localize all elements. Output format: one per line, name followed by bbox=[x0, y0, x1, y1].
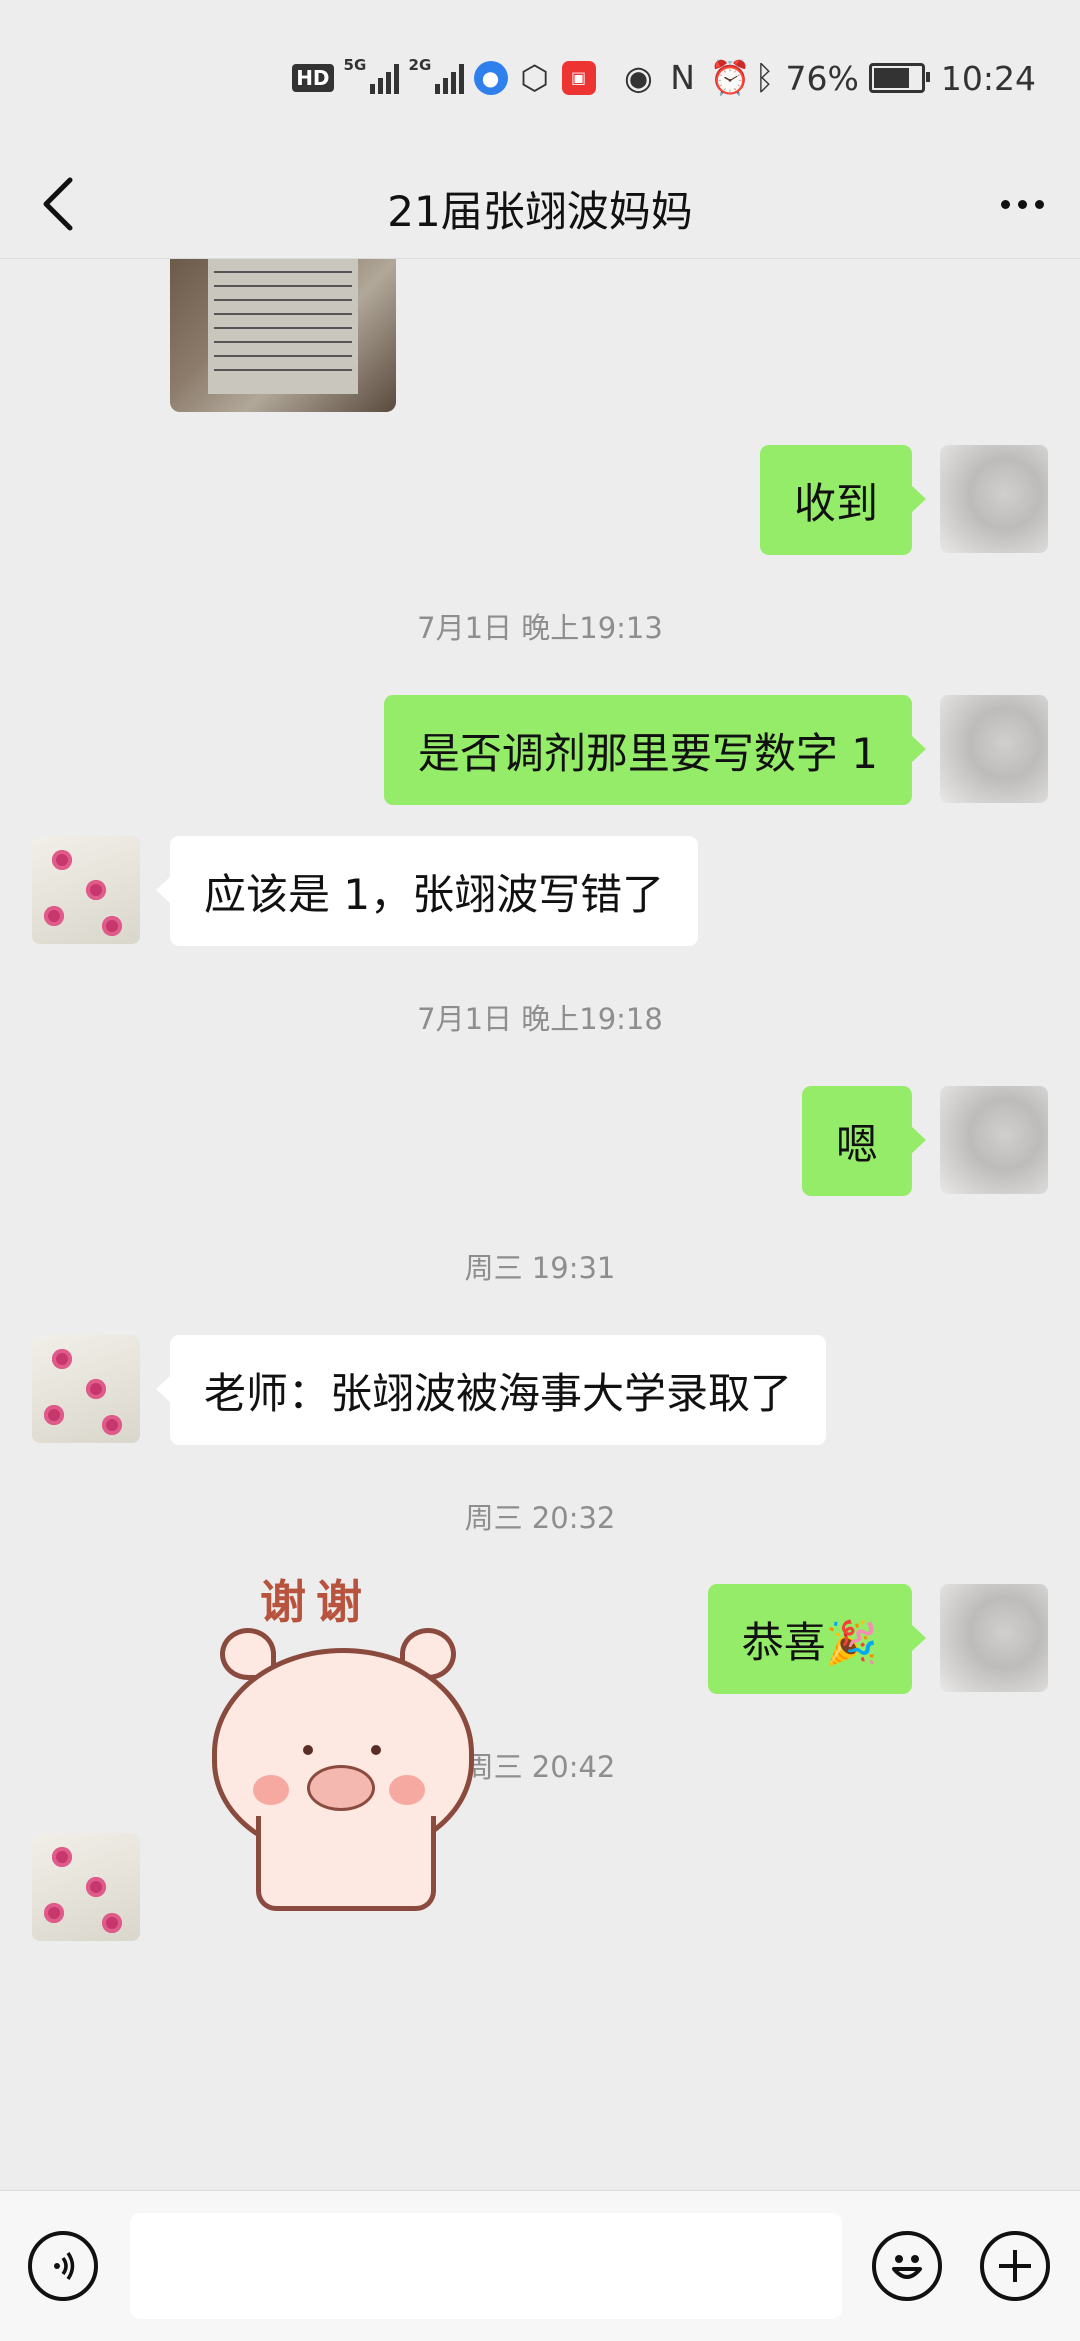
photo-content bbox=[208, 259, 358, 394]
message-bubble-outgoing[interactable]: 嗯 bbox=[801, 1086, 927, 1196]
message-bubble-incoming[interactable]: 应该是 1，张翊波写错了 bbox=[155, 836, 699, 946]
signal-2g-icon: 2G bbox=[409, 56, 464, 94]
my-avatar[interactable] bbox=[940, 445, 1048, 553]
nfc-icon: N bbox=[670, 58, 695, 97]
message-bubble-outgoing[interactable]: 恭喜🎉 bbox=[707, 1584, 927, 1694]
more-icon bbox=[1000, 199, 1010, 209]
chat-header: 21届张翊波妈妈 bbox=[0, 150, 1080, 259]
contact-avatar[interactable] bbox=[32, 1335, 140, 1443]
clock: 10:24 bbox=[940, 58, 1036, 98]
battery-percent: 76% bbox=[785, 58, 859, 98]
status-icons: HD 5G 2G ● ⬡ ▣ ◉ N ⏰ ᛒ 76% 10:24 bbox=[292, 50, 1036, 106]
timestamp: 7月1日 晚上19:13 bbox=[417, 611, 663, 645]
voice-icon bbox=[54, 2252, 75, 2280]
sticker-message[interactable]: 谢谢 bbox=[200, 1566, 476, 1911]
my-avatar[interactable] bbox=[940, 695, 1048, 803]
timestamp: 7月1日 晚上19:18 bbox=[417, 1002, 663, 1036]
contact-avatar[interactable] bbox=[32, 836, 140, 944]
chat-title: 21届张翊波妈妈 bbox=[387, 187, 693, 236]
more-button[interactable] bbox=[992, 172, 1052, 236]
message-bubble-incoming[interactable]: 老师：张翊波被海事大学录取了 bbox=[155, 1335, 827, 1445]
message-list[interactable]: 收到 7月1日 晚上19:13 是否调剂那里要写数字 1 应该是 1，张翊波写错… bbox=[0, 259, 1080, 2189]
emoji-icon bbox=[892, 2255, 922, 2279]
status-bar: HD 5G 2G ● ⬡ ▣ ◉ N ⏰ ᛒ 76% 10:24 bbox=[0, 0, 1080, 150]
battery-icon bbox=[868, 63, 930, 93]
app-icon: ▣ bbox=[561, 61, 596, 95]
voice-button[interactable] bbox=[28, 2231, 98, 2301]
hd-icon: HD bbox=[292, 64, 334, 92]
app-icon: ● bbox=[473, 61, 508, 95]
pig-body bbox=[256, 1816, 436, 1911]
eye-icon: ◉ bbox=[624, 58, 653, 97]
bluetooth-icon: ᛒ bbox=[754, 58, 775, 97]
timestamp: 周三 19:31 bbox=[464, 1251, 616, 1285]
contact-avatar[interactable] bbox=[32, 1833, 140, 1941]
message-input[interactable] bbox=[130, 2213, 842, 2319]
alarm-icon: ⏰ bbox=[709, 58, 751, 97]
message-bubble-outgoing[interactable]: 收到 bbox=[759, 445, 927, 555]
hexagon-icon: ⬡ bbox=[520, 58, 549, 97]
signal-5g-icon: 5G bbox=[344, 56, 399, 94]
my-avatar[interactable] bbox=[940, 1584, 1048, 1692]
plus-icon bbox=[999, 2250, 1031, 2282]
timestamp: 周三 20:32 bbox=[464, 1501, 616, 1535]
more-actions-button[interactable] bbox=[980, 2231, 1050, 2301]
image-message[interactable] bbox=[170, 259, 396, 412]
emoji-button[interactable] bbox=[872, 2231, 942, 2301]
sticker-caption: 谢谢 bbox=[260, 1575, 372, 1629]
input-bar bbox=[0, 2190, 1080, 2341]
my-avatar[interactable] bbox=[940, 1086, 1048, 1194]
timestamp: 周三 20:42 bbox=[464, 1750, 616, 1784]
message-bubble-outgoing[interactable]: 是否调剂那里要写数字 1 bbox=[383, 695, 927, 805]
